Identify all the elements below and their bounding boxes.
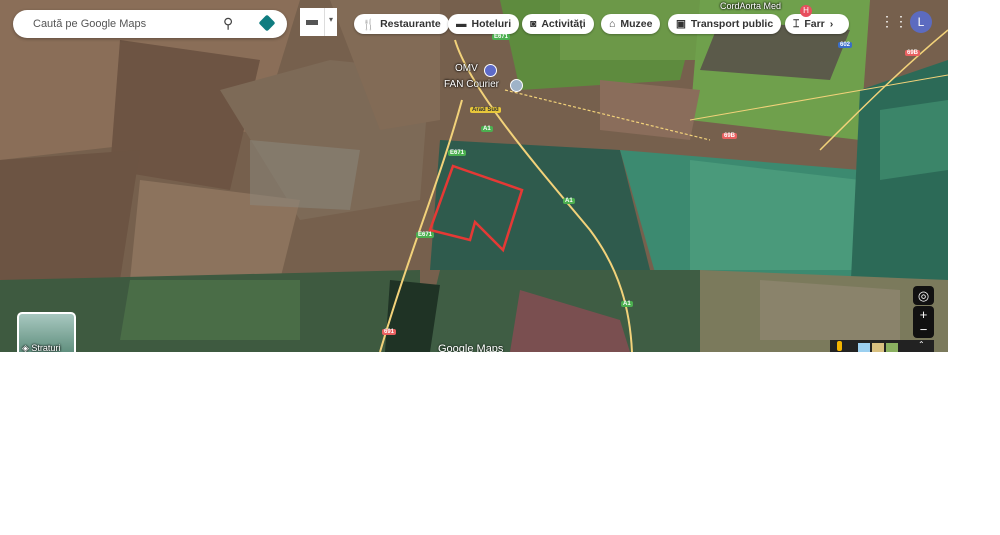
layers-button[interactable]: ◈ Straturi [17, 312, 76, 352]
chip-label: Activități [541, 18, 586, 30]
search-box[interactable]: ⚲ [13, 10, 287, 38]
shield-a1: A1 [481, 126, 493, 132]
chip-label: Muzee [620, 18, 653, 30]
museum-icon: ⌂ [609, 18, 616, 30]
place-pin-icon[interactable] [510, 79, 523, 92]
chevron-down-icon[interactable]: ▾ [324, 8, 337, 36]
camera-icon: ◙ [530, 18, 537, 30]
map-imagery [0, 0, 948, 352]
shield-a1: A1 [563, 198, 575, 204]
street-view-bar[interactable]: ⌃ [830, 340, 934, 352]
layers-icon: ◈ [22, 343, 32, 352]
chip-activitati[interactable]: ◙ Activități [522, 14, 594, 34]
shield-e671: E671 [448, 150, 467, 156]
place-fan-courier[interactable]: FAN Courier [444, 79, 499, 90]
chip-transport-public[interactable]: ▣ Transport public [668, 14, 782, 34]
location-icon: ◎ [917, 287, 930, 303]
imagery-thumb[interactable] [886, 343, 898, 352]
zoom-in-button[interactable]: + [920, 307, 928, 322]
chevron-right-icon[interactable]: › [830, 18, 834, 30]
imagery-thumb[interactable] [872, 343, 884, 352]
pharmacy-icon: ⌶ [793, 17, 800, 30]
shield-e671: E671 [416, 232, 435, 238]
chip-label: Farr [804, 18, 825, 30]
directions-icon[interactable] [258, 14, 276, 32]
chip-farmacii[interactable]: ⌶ Farr › [785, 14, 849, 34]
expand-icon[interactable]: ⌃ [918, 340, 925, 349]
map-type-button[interactable]: ▾ [300, 8, 337, 36]
imagery-thumb[interactable] [858, 343, 870, 352]
pegman-icon[interactable] [837, 341, 842, 351]
account-avatar[interactable]: L [910, 11, 932, 33]
map-type-icon [300, 8, 324, 36]
my-location-button[interactable]: ◎ [913, 286, 934, 305]
chip-restaurante[interactable]: 🍴 Restaurante [354, 14, 449, 34]
chip-label: Transport public [690, 18, 774, 30]
shield-691: 691 [382, 329, 397, 335]
chip-muzee[interactable]: ⌂ Muzee [601, 14, 661, 34]
chip-hoteluri[interactable]: ▬ Hoteluri [448, 14, 520, 34]
bus-icon: ▣ [676, 18, 686, 30]
shield-69b: 69B [905, 50, 921, 56]
shield-602: 602 [838, 42, 853, 48]
attribution-logo: Google Maps [438, 343, 504, 352]
search-icon[interactable]: ⚲ [223, 15, 233, 32]
layers-caption: ◈ Straturi [22, 343, 60, 352]
restaurant-icon: 🍴 [362, 18, 376, 31]
place-omv[interactable]: OMV [455, 63, 478, 74]
fuel-station-icon[interactable] [484, 64, 497, 77]
chip-label: Restaurante [380, 18, 441, 30]
shield-a1: A1 [621, 301, 633, 307]
shield-69b: 69B [722, 133, 738, 139]
hotel-icon: ▬ [456, 18, 467, 30]
layers-label: Straturi [31, 343, 61, 352]
chip-label: Hoteluri [471, 18, 512, 30]
zoom-controls[interactable]: + − [913, 306, 934, 338]
satellite-map[interactable]: ⚲ ▾ 🍴 Restaurante ▬ Hoteluri ◙ Activități ⌂… [0, 0, 948, 352]
zoom-out-button[interactable]: − [920, 322, 928, 337]
search-input[interactable] [31, 17, 215, 31]
label-arad-sud: Arad Sud [470, 107, 501, 113]
place-cordaorta-med[interactable]: CordAorta Med [720, 1, 781, 11]
shield-e671: E671 [492, 34, 511, 40]
hospital-icon[interactable]: H [800, 5, 812, 17]
